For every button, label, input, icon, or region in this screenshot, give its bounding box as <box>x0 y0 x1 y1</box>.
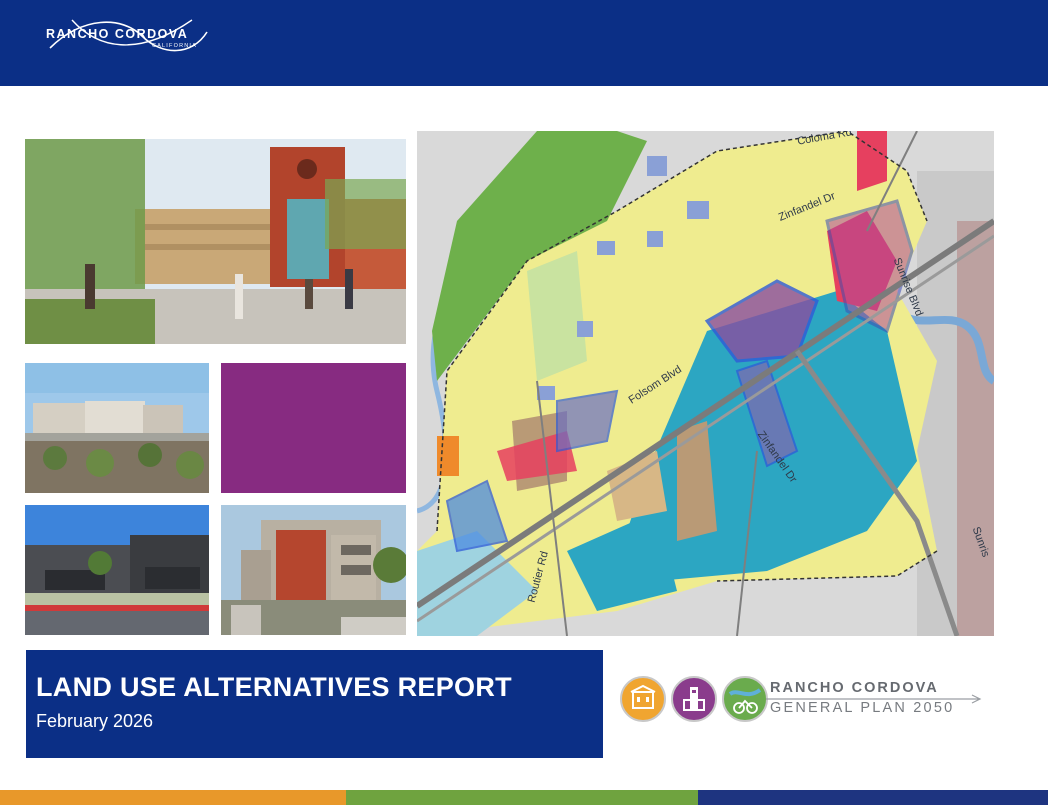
report-date: February 2026 <box>36 711 154 731</box>
building-icon <box>620 676 666 722</box>
tower-icon <box>671 676 717 722</box>
homes-photo <box>25 363 209 493</box>
stripe-orange <box>0 790 346 805</box>
logo-subtext: CALIFORNIA <box>152 43 198 49</box>
general-plan-logo[interactable]: RANCHO CORDOVA GENERAL PLAN 2050 <box>620 676 990 726</box>
rancho-cordova-logo[interactable]: RANCHO CORDOVA CALIFORNIA <box>42 14 212 62</box>
stripe-navy <box>698 790 1048 805</box>
cyclist-icon <box>722 676 768 722</box>
stripe-green <box>346 790 698 805</box>
apartments-photo <box>221 505 406 635</box>
retail-photo <box>25 505 209 635</box>
land-use-map-graphic <box>417 131 994 636</box>
general-plan-title: GENERAL PLAN 2050 <box>770 700 955 716</box>
header-bar: RANCHO CORDOVA CALIFORNIA <box>0 0 1048 86</box>
logo-wordmark: RANCHO CORDOVA <box>46 27 189 41</box>
purple-block <box>221 363 406 493</box>
report-title-box: LAND USE ALTERNATIVES REPORT February 20… <box>26 650 603 758</box>
report-title: LAND USE ALTERNATIVES REPORT <box>36 672 512 702</box>
street-rendering-photo <box>25 139 406 344</box>
land-use-map[interactable]: Coloma Rd Zinfandel Dr Folsom Blvd Sunri… <box>417 131 994 636</box>
